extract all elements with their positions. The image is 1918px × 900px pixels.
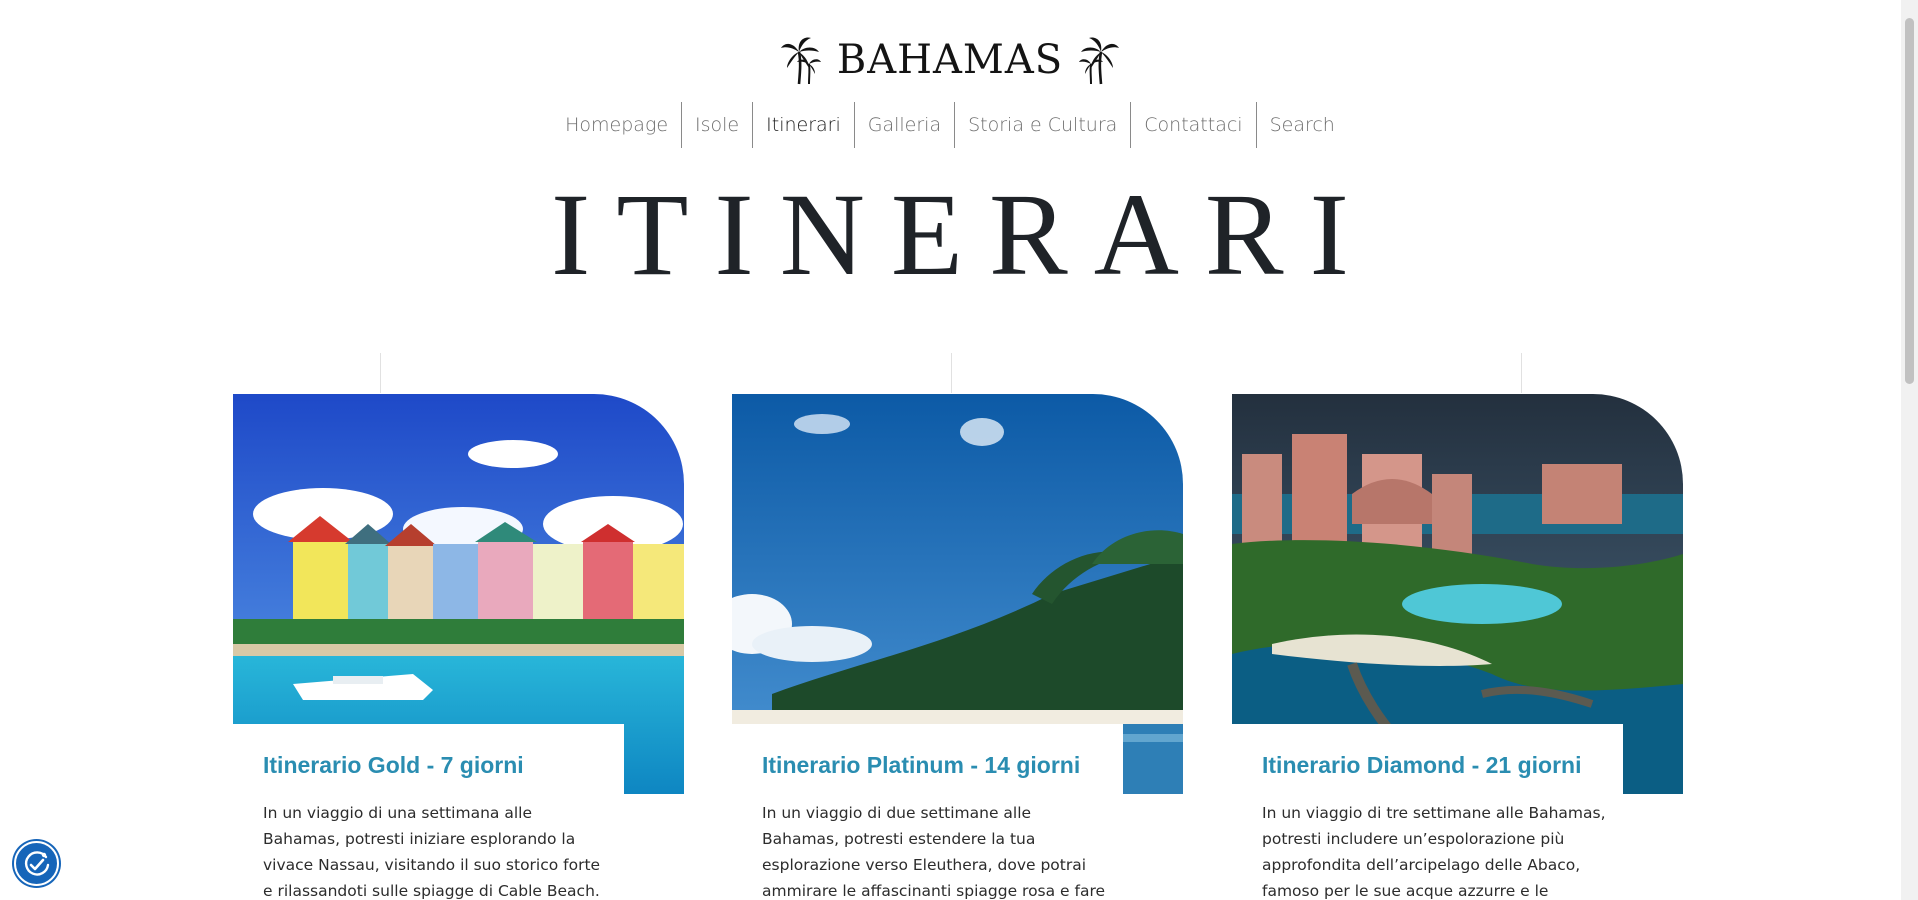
nav-item-contattaci[interactable]: Contattaci (1130, 102, 1255, 148)
palm-tree-icon (780, 37, 821, 85)
nav-item-itinerari[interactable]: Itinerari (752, 102, 854, 148)
itinerary-card-platinum: Itinerario Platinum - 14 giorni In un vi… (732, 394, 1183, 900)
itinerary-card-gold: Itinerario Gold - 7 giorni In un viaggio… (233, 394, 684, 900)
nav-item-search[interactable]: Search (1255, 102, 1348, 148)
accessibility-icon (24, 850, 49, 876)
card-content: Itinerario Platinum - 14 giorni In un vi… (732, 724, 1123, 900)
nav-item-homepage[interactable]: Homepage (552, 102, 681, 148)
divider (380, 353, 381, 393)
nav-item-storia-e-cultura[interactable]: Storia e Cultura (954, 102, 1130, 148)
card-title[interactable]: Itinerario Platinum - 14 giorni (762, 750, 1099, 780)
divider (951, 353, 952, 393)
brand-name: BAHAMAS (836, 37, 1064, 83)
page-title: ITINERARI (551, 169, 1375, 300)
scroll-thumb[interactable] (1905, 18, 1914, 384)
divider (1521, 353, 1522, 393)
nav-item-isole[interactable]: Isole (681, 102, 752, 148)
itinerary-card-diamond: Itinerario Diamond - 21 giorni In un via… (1232, 394, 1683, 900)
card-title[interactable]: Itinerario Gold - 7 giorni (263, 750, 600, 780)
palm-tree-icon (1079, 37, 1120, 85)
card-description: In un viaggio di due settimane alle Baha… (762, 804, 1106, 900)
accessibility-button[interactable] (14, 841, 59, 886)
card-content: Itinerario Diamond - 21 giorni In un via… (1232, 724, 1623, 900)
card-description: In un viaggio di tre settimane alle Baha… (1262, 804, 1606, 900)
card-title[interactable]: Itinerario Diamond - 21 giorni (1262, 750, 1599, 780)
nav-item-galleria[interactable]: Galleria (853, 102, 954, 148)
site-logo[interactable]: BAHAMAS (0, 34, 1900, 86)
main-nav: Homepage Isole Itinerari Galleria Storia… (0, 102, 1900, 148)
page-scrollbar[interactable] (1901, 0, 1918, 900)
card-description: In un viaggio di una settimana alle Baha… (263, 804, 601, 900)
card-content: Itinerario Gold - 7 giorni In un viaggio… (233, 724, 624, 900)
